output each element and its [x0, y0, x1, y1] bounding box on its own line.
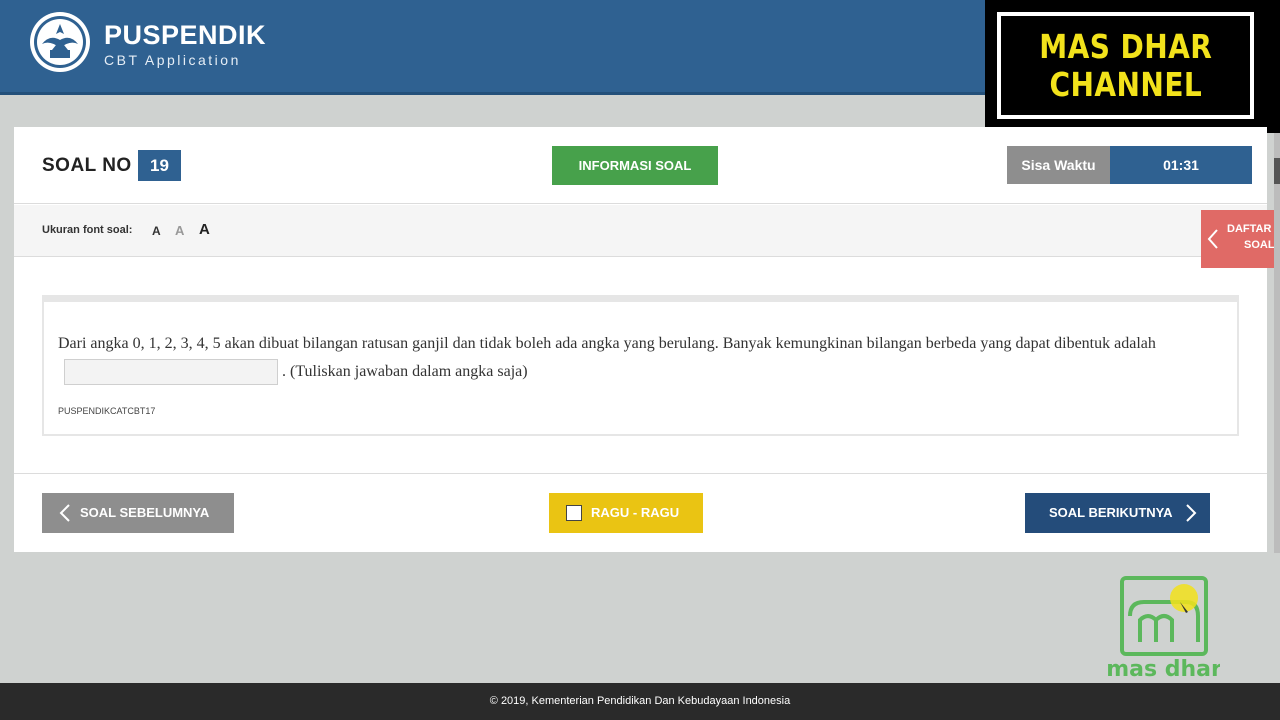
chevron-left-icon [59, 504, 70, 522]
watermark-line-1: MAS DHAR [1038, 26, 1213, 66]
time-remaining-label: Sisa Waktu [1007, 146, 1110, 184]
font-size-medium-button[interactable]: A [175, 223, 184, 238]
doubtful-checkbox[interactable] [566, 505, 582, 521]
scrollbar-thumb[interactable] [1274, 158, 1280, 184]
question-list-label-1: DAFTAR [1227, 223, 1272, 235]
time-remaining-value: 01:31 [1110, 146, 1252, 184]
tut-wuri-handayani-logo [30, 12, 90, 72]
question-text-after: . (Tuliskan jawaban dalam angka saja) [282, 363, 528, 380]
question-number-label: SOAL NO [42, 155, 132, 176]
question-list-tab[interactable]: DAFTAR SOAL [1201, 210, 1275, 268]
answer-input[interactable] [64, 359, 278, 386]
previous-question-label: SOAL SEBELUMNYA [80, 505, 210, 520]
question-code: PUSPENDIKCATCBT17 [58, 406, 156, 416]
doubtful-button[interactable]: RAGU - RAGU [549, 493, 703, 533]
divider [14, 473, 1267, 474]
font-size-label: Ukuran font soal: [42, 224, 133, 236]
question-number-badge: 19 [138, 150, 181, 181]
info-question-button[interactable]: INFORMASI SOAL [552, 146, 718, 185]
font-size-large-button[interactable]: A [199, 221, 210, 238]
next-question-label: SOAL BERIKUTNYA [1049, 505, 1173, 520]
mas-dhar-logo: mas dhar [1108, 576, 1220, 680]
footer: © 2019, Kementerian Pendidikan Dan Kebud… [0, 683, 1280, 720]
question-box: Dari angka 0, 1, 2, 3, 4, 5 akan dibuat … [42, 295, 1239, 436]
watermark-line-2: CHANNEL [1049, 64, 1202, 104]
watermark-edge [1274, 0, 1280, 133]
footer-text: © 2019, Kementerian Pendidikan Dan Kebud… [489, 695, 791, 707]
next-question-button[interactable]: SOAL BERIKUTNYA [1025, 493, 1210, 533]
font-size-small-button[interactable]: A [152, 224, 161, 238]
app-title: PUSPENDIK [104, 20, 267, 50]
mas-dhar-logo-text: mas dhar [1108, 657, 1220, 680]
previous-question-button[interactable]: SOAL SEBELUMNYA [42, 493, 234, 533]
font-size-bar: Ukuran font soal: A A A [14, 205, 1267, 257]
scrollbar[interactable] [1274, 133, 1280, 553]
chevron-left-icon [1207, 229, 1218, 249]
app-subtitle: CBT Application [104, 52, 241, 68]
app-brand: PUSPENDIK CBT Application [104, 20, 266, 68]
question-list-label-2: SOAL [1244, 239, 1275, 251]
watermark-frame: MAS DHAR CHANNEL [997, 12, 1254, 119]
doubtful-label: RAGU - RAGU [591, 505, 680, 520]
question-text: Dari angka 0, 1, 2, 3, 4, 5 akan dibuat … [58, 330, 1228, 386]
question-panel: SOAL NO 19 INFORMASI SOAL Sisa Waktu 01:… [14, 127, 1267, 552]
chevron-right-icon [1186, 504, 1197, 522]
question-topbar: SOAL NO 19 INFORMASI SOAL Sisa Waktu 01:… [14, 127, 1267, 204]
question-text-before: Dari angka 0, 1, 2, 3, 4, 5 akan dibuat … [58, 335, 1156, 352]
channel-watermark: MAS DHAR CHANNEL [985, 0, 1280, 133]
